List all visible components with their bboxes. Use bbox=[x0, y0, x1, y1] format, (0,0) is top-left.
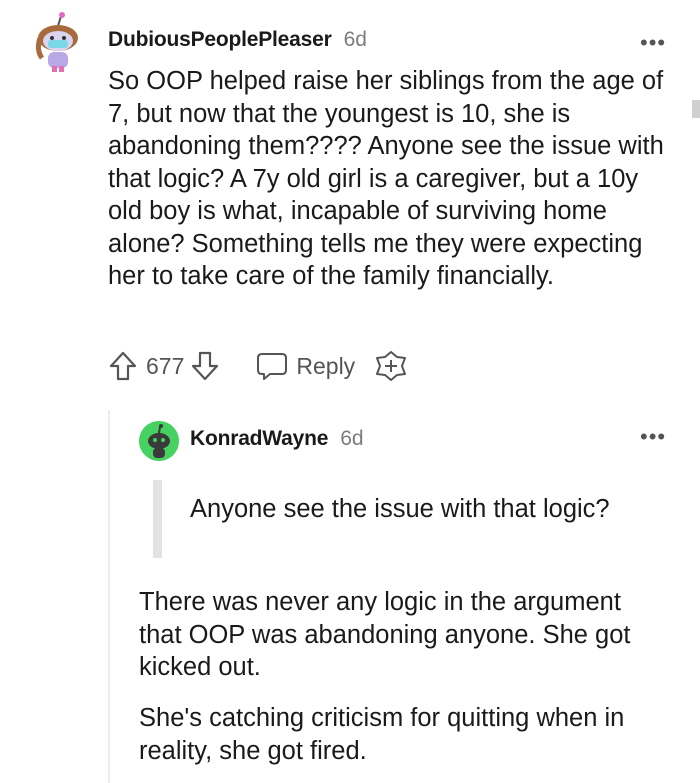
blockquote-bar bbox=[153, 480, 162, 558]
comment-1-meta: DubiousPeoplePleaser 6d bbox=[108, 28, 367, 52]
comment-2-more-button[interactable]: ••• bbox=[640, 426, 666, 448]
comment-2-meta: KonradWayne 6d bbox=[190, 427, 364, 451]
scrollbar-thumb[interactable] bbox=[692, 100, 700, 118]
speech-bubble-icon bbox=[256, 351, 288, 381]
user-avatar-icon[interactable] bbox=[139, 421, 179, 461]
comment-1-actions: 677 Reply bbox=[108, 348, 407, 384]
user-avatar-icon[interactable] bbox=[28, 10, 88, 74]
reply-button[interactable]: Reply bbox=[256, 351, 355, 381]
comment-2-username[interactable]: KonradWayne bbox=[190, 427, 328, 451]
comment-1-more-button[interactable]: ••• bbox=[640, 32, 666, 54]
comment-1-timestamp: 6d bbox=[343, 28, 367, 51]
reply-label: Reply bbox=[296, 352, 356, 379]
upvote-icon[interactable] bbox=[108, 350, 138, 382]
comment-2-timestamp: 6d bbox=[340, 427, 364, 450]
vote-count: 677 bbox=[146, 352, 185, 379]
comment-1-body: So OOP helped raise her siblings from th… bbox=[108, 67, 664, 290]
award-plus-icon[interactable] bbox=[375, 350, 407, 382]
downvote-icon[interactable] bbox=[190, 350, 220, 382]
thread-line[interactable] bbox=[108, 410, 110, 783]
comment-2-paragraph-1: There was never any logic in the argumen… bbox=[139, 588, 631, 681]
comment-1-username[interactable]: DubiousPeoplePleaser bbox=[108, 28, 332, 52]
comment-2-quote: Anyone see the issue with that logic? bbox=[190, 495, 610, 523]
comment-2-paragraph-2: She's catching criticism for quitting wh… bbox=[139, 704, 625, 765]
